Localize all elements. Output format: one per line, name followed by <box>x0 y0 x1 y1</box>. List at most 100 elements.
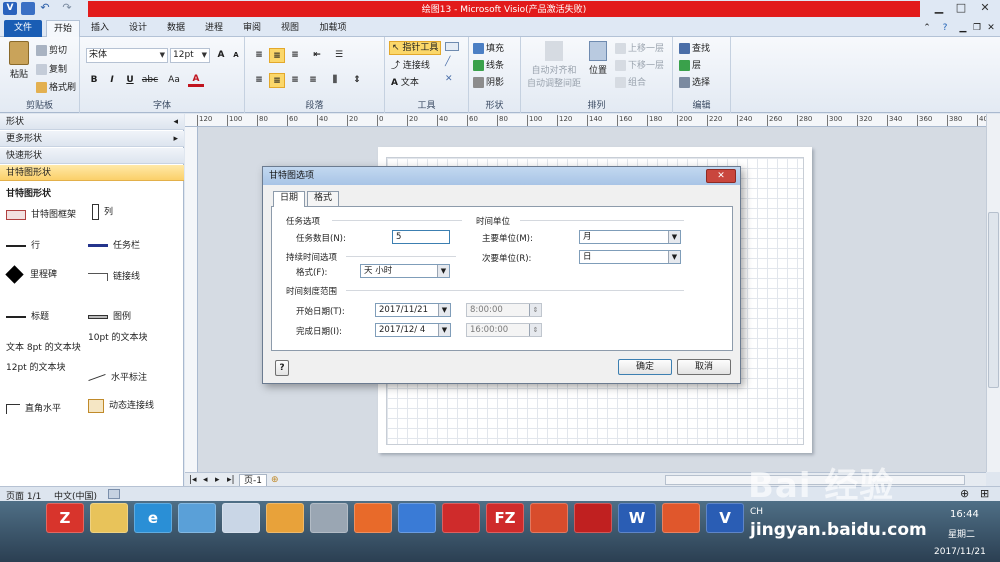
send-backward-button[interactable]: 下移一层 <box>615 58 664 71</box>
stencil-dynamic-connector[interactable]: 动态连接线 <box>88 398 154 413</box>
help-button[interactable]: ? <box>275 360 289 376</box>
stencil-milestone[interactable]: 里程碑 <box>5 265 57 284</box>
stencil-right-angle[interactable]: 直角水平 <box>6 401 61 414</box>
scrollbar-thumb[interactable] <box>988 212 999 388</box>
taskbar-app-icon[interactable] <box>90 503 128 533</box>
paste-button[interactable]: 粘贴 <box>6 41 32 80</box>
rectangle-shape-icon[interactable] <box>445 42 459 51</box>
taskbar-app-icon[interactable] <box>266 503 304 533</box>
taskbar-app-icon[interactable] <box>354 503 392 533</box>
pointer-tool-button[interactable]: ↖ 指针工具 <box>389 41 442 55</box>
taskbar-app-icon[interactable] <box>442 503 480 533</box>
prev-page-icon[interactable]: ◂ <box>203 474 208 486</box>
tab-design[interactable]: 设计 <box>122 20 154 37</box>
line-button[interactable]: 线条 <box>473 58 504 71</box>
grow-font-icon[interactable]: A <box>213 48 229 63</box>
taskbar-app-icon[interactable]: Z <box>46 503 84 533</box>
paragraph-spacing-icon[interactable]: ⇕ <box>349 73 365 88</box>
maximize-button[interactable]: □ <box>950 1 972 16</box>
stencil-horizontal-callout[interactable]: 水平标注 <box>88 370 147 383</box>
cut-button[interactable]: 剪切 <box>36 43 67 56</box>
last-page-icon[interactable]: ▸| <box>227 474 235 486</box>
taskbar-app-icon[interactable] <box>574 503 612 533</box>
vertical-scrollbar[interactable] <box>986 114 1000 472</box>
stencil-row[interactable]: 行 <box>6 238 40 251</box>
font-size-select[interactable]: 12pt ▼ <box>170 48 210 63</box>
stencil-link-line[interactable]: 链接线 <box>88 269 140 282</box>
taskbar-app-icon[interactable]: e <box>134 503 172 533</box>
justify-icon[interactable]: ≡ <box>305 73 321 88</box>
stencil-text-10pt[interactable]: 10pt 的文本块 <box>88 333 178 344</box>
format-select[interactable]: 天 小时 ▼ <box>360 264 450 278</box>
taskbar-app-icon[interactable]: FZ <box>486 503 524 533</box>
doc-restore-icon[interactable]: ❐ <box>970 20 984 37</box>
font-name-select[interactable]: 宋体 ▼ <box>86 48 168 63</box>
connector-button[interactable]: ⤴ 连接线 <box>391 58 430 71</box>
save-icon[interactable] <box>21 2 35 15</box>
major-unit-select[interactable]: 月 ▼ <box>579 230 681 244</box>
finish-date-picker[interactable]: 2017/12/ 4 ▼ <box>375 323 451 337</box>
task-count-input[interactable]: 5 <box>392 230 450 244</box>
bring-forward-button[interactable]: 上移一层 <box>615 41 664 54</box>
text-direction-icon[interactable]: ⫼ <box>327 73 343 88</box>
find-button[interactable]: 查找 <box>679 41 710 54</box>
taskbar-app-icon[interactable] <box>222 503 260 533</box>
underline-button[interactable]: U <box>122 73 138 88</box>
align-right-icon[interactable]: ≡ <box>287 73 303 88</box>
cancel-button[interactable]: 取消 <box>677 359 731 375</box>
taskbar-app-icon[interactable] <box>310 503 348 533</box>
ribbon-collapse-icon[interactable]: ⌃ <box>920 20 934 37</box>
tab-file[interactable]: 文件 <box>4 20 42 37</box>
shadow-button[interactable]: 阴影 <box>473 75 504 88</box>
bold-button[interactable]: B <box>86 73 102 88</box>
insert-page-icon[interactable]: ⊕ <box>271 474 279 486</box>
tab-data[interactable]: 数据 <box>160 20 192 37</box>
stencil-legend[interactable]: 图例 <box>88 309 131 322</box>
macro-icon[interactable] <box>108 489 120 499</box>
gantt-shapes-item[interactable]: 甘特图形状 <box>0 165 184 181</box>
taskbar-app-icon[interactable] <box>662 503 700 533</box>
tab-addins[interactable]: 加载项 <box>312 20 354 37</box>
fill-button[interactable]: 填充 <box>473 41 504 54</box>
decrease-indent-icon[interactable]: ⇤ <box>309 48 325 63</box>
select-button[interactable]: 选择 <box>679 75 710 88</box>
collapse-panel-icon[interactable]: ◂ <box>173 114 178 130</box>
taskbar-app-icon[interactable] <box>530 503 568 533</box>
tab-insert[interactable]: 插入 <box>84 20 116 37</box>
taskbar-app-icon[interactable]: W <box>618 503 656 533</box>
stencil-text-12pt[interactable]: 12pt 的文本块 <box>6 363 84 374</box>
minimize-button[interactable]: ▁ <box>928 1 950 16</box>
clock-date[interactable]: 2017/11/21 <box>934 547 986 557</box>
bullets-icon[interactable]: ☰ <box>331 48 347 63</box>
position-button[interactable]: 位置 <box>585 41 611 76</box>
group-button[interactable]: 组合 <box>615 75 646 88</box>
redo-icon[interactable]: ↷ <box>60 2 74 15</box>
font-color-button[interactable]: A <box>188 73 204 87</box>
next-page-icon[interactable]: ▸ <box>215 474 220 486</box>
doc-close-icon[interactable]: ✕ <box>984 20 998 37</box>
finish-time-input[interactable]: 16:00:00 ⇕ <box>466 323 542 337</box>
start-date-picker[interactable]: 2017/11/21 ▼ <box>375 303 451 317</box>
tab-view[interactable]: 视图 <box>274 20 306 37</box>
fit-page-icon[interactable]: ⊞ <box>980 487 989 500</box>
italic-button[interactable]: I <box>104 73 120 88</box>
help-icon[interactable]: ? <box>938 20 952 37</box>
align-bottom-icon[interactable]: ≡ <box>287 48 303 63</box>
start-time-input[interactable]: 8:00:00 ⇕ <box>466 303 542 317</box>
change-case-button[interactable]: Aa <box>164 73 184 88</box>
taskbar-app-icon[interactable] <box>178 503 216 533</box>
first-page-icon[interactable]: |◂ <box>189 474 197 486</box>
tab-process[interactable]: 进程 <box>198 20 230 37</box>
tab-format[interactable]: 格式 <box>307 191 340 206</box>
dialog-close-button[interactable]: ✕ <box>706 169 736 183</box>
stencil-gantt-frame[interactable]: 甘特图框架 <box>6 207 76 220</box>
text-tool-button[interactable]: A 文本 <box>391 75 419 88</box>
auto-align-button[interactable]: 自动对齐和 自动调整间距 <box>525 41 583 89</box>
close-window-button[interactable]: ✕ <box>974 1 996 16</box>
ok-button[interactable]: 确定 <box>618 359 672 375</box>
stencil-column[interactable]: 列 <box>92 204 113 220</box>
strikethrough-button[interactable]: abc <box>140 73 160 88</box>
align-left-icon[interactable]: ≡ <box>251 73 267 88</box>
layer-button[interactable]: 层 <box>679 58 701 71</box>
stencil-title[interactable]: 标题 <box>6 309 49 322</box>
